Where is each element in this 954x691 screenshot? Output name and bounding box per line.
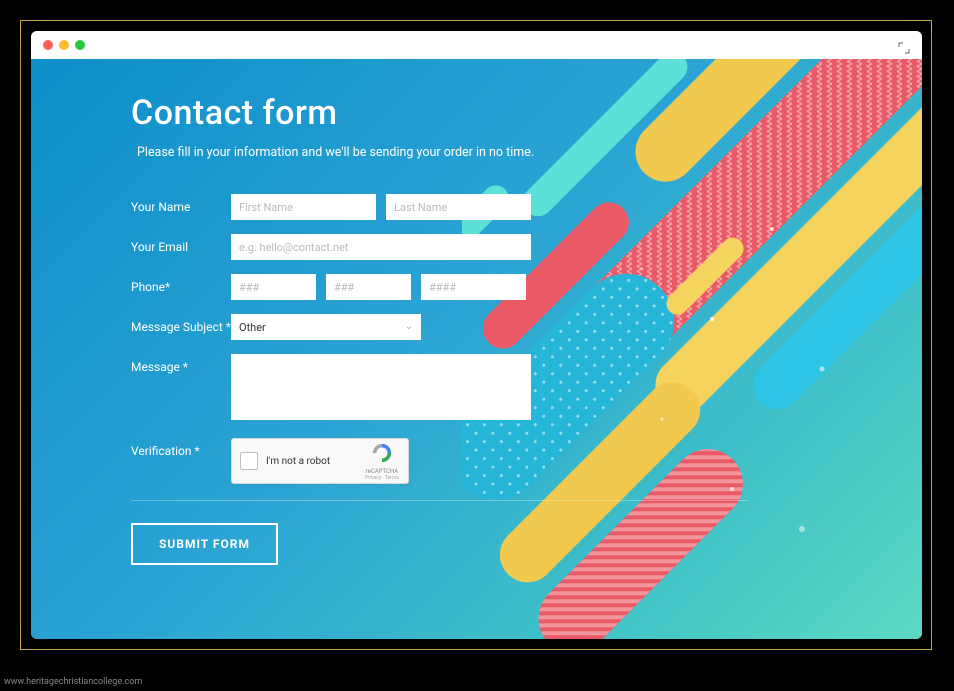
window-titlebar bbox=[31, 31, 922, 59]
label-verification: Verification * bbox=[131, 438, 231, 458]
recaptcha-terms: Privacy - Terms bbox=[364, 475, 400, 481]
label-name: Your Name bbox=[131, 194, 231, 214]
label-message: Message * bbox=[131, 354, 231, 374]
page-subtitle: Please fill in your information and we'l… bbox=[137, 145, 922, 160]
browser-window: Contact form Please fill in your informa… bbox=[31, 31, 922, 639]
maximize-icon[interactable] bbox=[75, 40, 85, 50]
recaptcha-widget: I'm not a robot reCAPTCHA Privacy - Term… bbox=[231, 438, 409, 484]
page-viewport: Contact form Please fill in your informa… bbox=[31, 59, 922, 639]
message-textarea[interactable] bbox=[231, 354, 531, 420]
row-email: Your Email bbox=[131, 234, 922, 260]
recaptcha-icon bbox=[370, 442, 394, 464]
row-phone: Phone* bbox=[131, 274, 922, 300]
form-divider bbox=[131, 500, 748, 501]
phone-part3-input[interactable] bbox=[421, 274, 526, 300]
recaptcha-badge: reCAPTCHA Privacy - Terms bbox=[364, 442, 400, 481]
last-name-input[interactable] bbox=[386, 194, 531, 220]
recaptcha-brand: reCAPTCHA bbox=[364, 468, 400, 475]
row-verification: Verification * I'm not a robot reCAPTCHA… bbox=[131, 438, 922, 484]
phone-part1-input[interactable] bbox=[231, 274, 316, 300]
email-input[interactable] bbox=[231, 234, 531, 260]
contact-form: Your Name Your Email Phone* bbox=[131, 194, 922, 565]
page-title: Contact form bbox=[131, 93, 922, 133]
label-subject: Message Subject * bbox=[131, 314, 231, 334]
submit-button[interactable]: SUBMIT FORM bbox=[131, 523, 278, 565]
expand-icon[interactable] bbox=[898, 39, 910, 58]
subject-select[interactable]: Other bbox=[231, 314, 421, 340]
recaptcha-checkbox[interactable] bbox=[240, 452, 258, 470]
minimize-icon[interactable] bbox=[59, 40, 69, 50]
label-phone: Phone* bbox=[131, 274, 231, 294]
traffic-lights bbox=[43, 40, 85, 50]
close-icon[interactable] bbox=[43, 40, 53, 50]
recaptcha-label: I'm not a robot bbox=[266, 456, 356, 467]
first-name-input[interactable] bbox=[231, 194, 376, 220]
row-message: Message * bbox=[131, 354, 922, 420]
phone-part2-input[interactable] bbox=[326, 274, 411, 300]
row-name: Your Name bbox=[131, 194, 922, 220]
label-email: Your Email bbox=[131, 234, 231, 254]
form-content: Contact form Please fill in your informa… bbox=[31, 59, 922, 565]
watermark-text: www.heritagechristiancollege.com bbox=[4, 677, 142, 687]
row-subject: Message Subject * Other ⌄ bbox=[131, 314, 922, 340]
